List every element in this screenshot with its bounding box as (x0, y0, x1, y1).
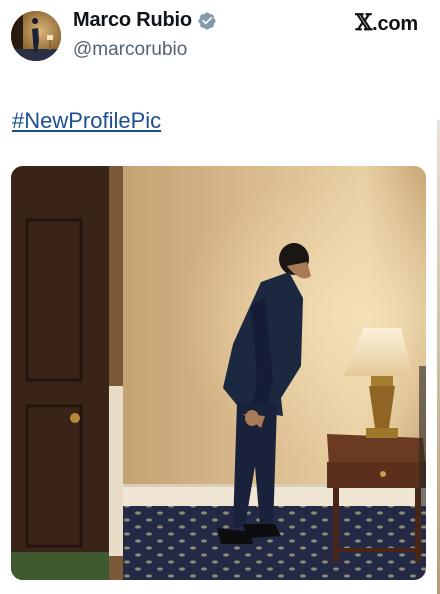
tweet-card: Marco Rubio @marcorubio 𝕏.com #NewProfil… (0, 0, 440, 594)
author-handle[interactable]: @marcorubio (73, 39, 187, 61)
avatar[interactable] (11, 11, 61, 61)
x-logo-brand: 𝕏.com (355, 10, 418, 36)
hashtag-link[interactable]: #NewProfilePic (12, 108, 161, 134)
photo-image (11, 166, 426, 580)
x-logo-icon: 𝕏 (355, 10, 373, 36)
tweet-photo[interactable] (11, 166, 426, 580)
display-name[interactable]: Marco Rubio (73, 9, 192, 32)
author-name-row: Marco Rubio (73, 9, 217, 32)
brand-suffix: .com (372, 13, 418, 35)
verified-badge-icon (197, 11, 217, 31)
avatar-image (11, 11, 61, 61)
